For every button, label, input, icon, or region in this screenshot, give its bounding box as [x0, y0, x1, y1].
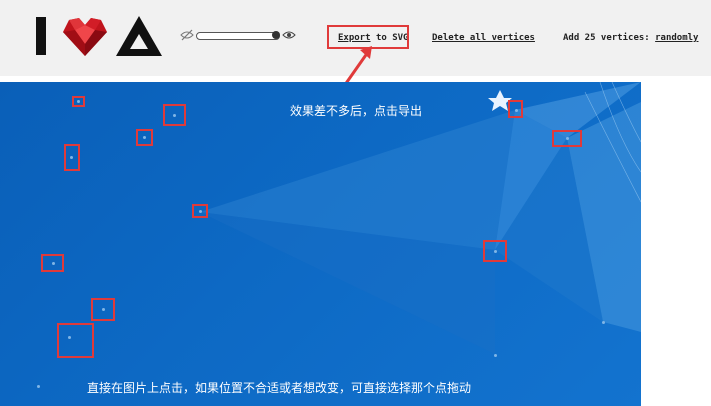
- vertex-point[interactable]: [77, 100, 80, 103]
- eye-icon: [282, 31, 296, 39]
- vertex-marker: [57, 323, 94, 358]
- vertex-point[interactable]: [52, 262, 55, 265]
- vertex-point[interactable]: [102, 308, 105, 311]
- vertex-point[interactable]: [515, 109, 518, 112]
- triangulation-layer: [200, 82, 641, 354]
- heart-gem-icon: [63, 18, 107, 56]
- vertex-point[interactable]: [199, 210, 202, 213]
- delete-group: Delete all vertices: [432, 33, 535, 43]
- vertex-hint-annotation: 直接在图片上点击，如果位置不合适或者想改变，可直接选择那个点拖动: [87, 381, 472, 395]
- vertex-point[interactable]: [602, 321, 605, 324]
- vertex-point[interactable]: [143, 136, 146, 139]
- slider-handle[interactable]: [272, 31, 280, 39]
- opacity-slider[interactable]: [180, 28, 296, 44]
- vertex-point[interactable]: [68, 336, 71, 339]
- vertex-point[interactable]: [566, 137, 569, 140]
- export-hint-annotation: 效果差不多后，点击导出: [290, 104, 423, 118]
- vertex-point[interactable]: [70, 156, 73, 159]
- slider-track[interactable]: [196, 32, 280, 40]
- vertex-point[interactable]: [494, 354, 497, 357]
- delete-all-vertices-link[interactable]: Delete all vertices: [432, 33, 535, 43]
- add-vertices-label: Add 25 vertices:: [563, 33, 650, 43]
- vertex-point[interactable]: [37, 385, 40, 388]
- eye-off-icon: [180, 29, 194, 41]
- add-randomly-link[interactable]: randomly: [655, 33, 698, 43]
- image-canvas[interactable]: 效果差不多后，点击导出 直接在图片上点击，如果位置不合适或者想改变，可直接选择那…: [0, 82, 641, 406]
- logo-i-icon: [36, 17, 46, 55]
- triangle-icon: [116, 16, 162, 56]
- vertex-point[interactable]: [494, 250, 497, 253]
- add-group: Add 25 vertices: randomly: [563, 33, 698, 43]
- vertex-point[interactable]: [173, 114, 176, 117]
